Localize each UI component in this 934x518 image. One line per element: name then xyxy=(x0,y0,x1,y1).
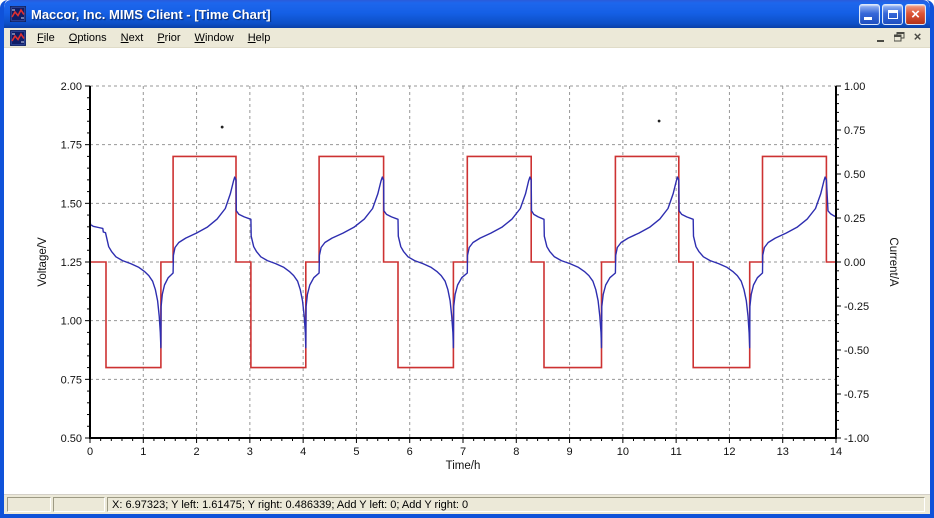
y-left-tick-label: 0.50 xyxy=(61,433,82,445)
window-title: Maccor, Inc. MIMS Client - [Time Chart] xyxy=(31,6,271,22)
y-right-tick-label: -1.00 xyxy=(844,433,869,445)
menu-item-window[interactable]: Window xyxy=(188,30,241,46)
stray-data-point xyxy=(220,125,224,129)
status-bar: X: 6.97323; Y left: 1.61475; Y right: 0.… xyxy=(4,494,930,514)
minimize-icon xyxy=(864,16,872,20)
x-tick-label: 12 xyxy=(723,446,735,458)
app-window: Maccor, Inc. MIMS Client - [Time Chart] … xyxy=(0,0,934,518)
maximize-icon xyxy=(888,9,898,19)
x-tick-label: 2 xyxy=(194,446,200,458)
y-left-axis-title: Voltage/V xyxy=(37,237,49,287)
y-left-tick-label: 1.00 xyxy=(61,316,82,328)
y-left-tick-label: 1.50 xyxy=(61,198,82,210)
x-tick-label: 4 xyxy=(300,446,306,458)
y-right-tick-label: 0.50 xyxy=(844,169,865,181)
x-tick-label: 0 xyxy=(87,446,93,458)
x-tick-label: 9 xyxy=(567,446,573,458)
x-tick-label: 10 xyxy=(617,446,629,458)
stray-data-point xyxy=(657,119,661,123)
mdi-child-icon[interactable] xyxy=(10,29,26,46)
close-icon: × xyxy=(911,5,920,23)
x-tick-label: 13 xyxy=(777,446,789,458)
status-panel-1 xyxy=(7,497,51,512)
x-tick-label: 6 xyxy=(407,446,413,458)
status-panel-2 xyxy=(53,497,105,512)
chart-canvas[interactable]: 0 1 2 3 4 5 6 7 8 9 10 11 12 13 140.500.751.001.251.50… xyxy=(4,48,930,494)
mdi-controls: × xyxy=(872,29,926,45)
y-right-tick-label: -0.25 xyxy=(844,301,869,313)
mdi-minimize-icon xyxy=(877,40,884,42)
x-axis-title: Time/h xyxy=(446,460,481,472)
title-bar[interactable]: Maccor, Inc. MIMS Client - [Time Chart] … xyxy=(4,0,930,28)
menu-item-help[interactable]: Help xyxy=(241,30,278,46)
y-left-tick-label: 1.25 xyxy=(61,257,82,269)
x-tick-label: 14 xyxy=(830,446,842,458)
x-tick-label: 8 xyxy=(513,446,519,458)
minimize-button[interactable] xyxy=(859,3,880,25)
maximize-button[interactable] xyxy=(882,3,903,25)
close-button[interactable]: × xyxy=(905,3,926,25)
y-right-tick-label: -0.75 xyxy=(844,389,869,401)
menu-item-prior[interactable]: Prior xyxy=(150,30,187,46)
x-tick-label: 3 xyxy=(247,446,253,458)
mdi-close-button[interactable]: × xyxy=(909,29,926,45)
x-tick-label: 7 xyxy=(460,446,466,458)
menu-item-options[interactable]: Options xyxy=(62,30,114,46)
menu-items: File Options Next Prior Window Help xyxy=(30,28,277,47)
y-right-axis-title: Current/A xyxy=(887,237,899,287)
y-left-tick-label: 2.00 xyxy=(61,81,82,93)
x-tick-label: 1 xyxy=(140,446,146,458)
cursor-readout-text: X: 6.97323; Y left: 1.61475; Y right: 0.… xyxy=(112,498,469,511)
y-right-tick-label: -0.50 xyxy=(844,345,869,357)
y-left-tick-label: 1.75 xyxy=(61,140,82,152)
x-tick-label: 11 xyxy=(670,446,681,458)
mdi-minimize-button[interactable] xyxy=(873,30,890,45)
mdi-restore-icon xyxy=(894,32,905,42)
y-right-tick-label: 0.25 xyxy=(844,213,865,225)
y-right-tick-label: 1.00 xyxy=(844,81,865,93)
menu-item-file[interactable]: File xyxy=(30,30,62,46)
mdi-close-icon: × xyxy=(913,29,922,44)
y-left-tick-label: 0.75 xyxy=(61,374,82,386)
mdi-restore-button[interactable] xyxy=(891,30,908,45)
y-right-tick-label: 0.75 xyxy=(844,125,865,137)
y-right-tick-label: 0.00 xyxy=(844,257,865,269)
menu-bar: File Options Next Prior Window Help × xyxy=(4,28,930,48)
menu-item-next[interactable]: Next xyxy=(114,30,151,46)
chart-client-area: 0 1 2 3 4 5 6 7 8 9 10 11 12 13 14 0.50 0.75 1.00 1.25 1.50… xyxy=(4,48,930,494)
x-tick-label: 5 xyxy=(353,446,359,458)
app-icon[interactable] xyxy=(10,6,26,22)
status-panel-readout: X: 6.97323; Y left: 1.61475; Y right: 0.… xyxy=(107,497,925,512)
